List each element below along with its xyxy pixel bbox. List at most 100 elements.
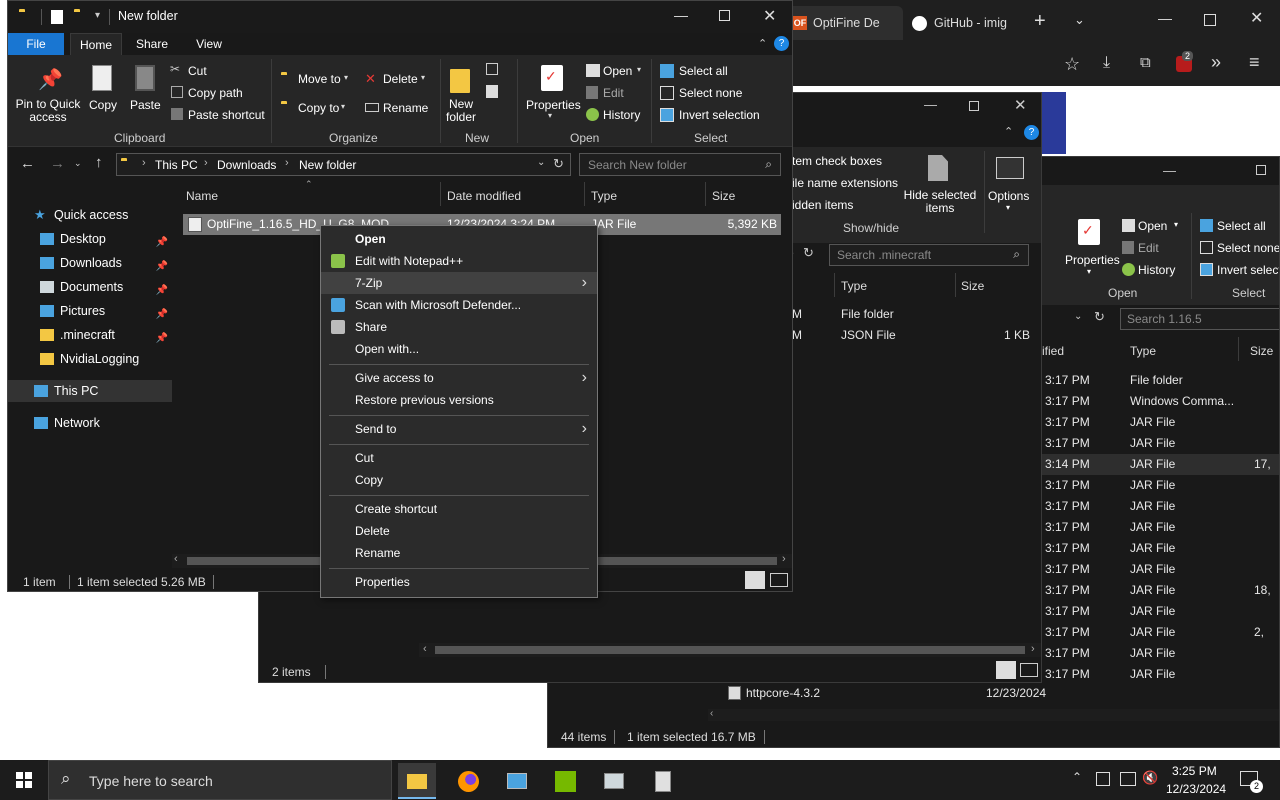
scroll-left-icon[interactable]: ‹	[174, 553, 178, 565]
downloads-icon[interactable]: ⤓	[1103, 54, 1110, 72]
help-icon[interactable]: ?	[774, 36, 789, 51]
sidebar-item[interactable]: Documents 📌	[8, 276, 172, 298]
delete-dropdown-icon[interactable]: ▾	[421, 73, 425, 82]
sidebar-item[interactable]: Downloads 📌	[8, 252, 172, 274]
taskbar-search-box[interactable]: ⌕ Type here to search	[48, 760, 392, 800]
app-taskbar-button[interactable]	[498, 763, 536, 799]
select-all-button[interactable]: Select all	[679, 64, 728, 78]
file-extensions-option[interactable]: ile name extensions	[792, 176, 898, 190]
sidebar-item[interactable]: Desktop 📌	[8, 228, 172, 250]
sidebar-item[interactable]: NvidiaLogging	[8, 348, 172, 370]
clock-time[interactable]: 3:25 PM	[1172, 764, 1217, 778]
tab-list-icon[interactable]: ⌄	[1074, 12, 1085, 28]
edit-button[interactable]: Edit	[1138, 241, 1159, 255]
minimize-icon[interactable]: —	[1163, 163, 1176, 178]
history-button[interactable]: History	[1138, 263, 1175, 277]
menu-item[interactable]: Copy	[321, 469, 597, 491]
clock-date[interactable]: 12/23/2024	[1166, 782, 1226, 796]
tab-view[interactable]: View	[190, 33, 228, 55]
sidebar-item[interactable]: ★ Quick access	[8, 204, 172, 226]
sidebar-item[interactable]: .minecraft 📌	[8, 324, 172, 346]
breadcrumb-downloads[interactable]: Downloads	[217, 158, 276, 172]
minimize-icon[interactable]: —	[674, 7, 688, 23]
browser-tab[interactable]: OF OptiFine De	[785, 6, 903, 40]
breadcrumb-this-pc[interactable]: This PC	[155, 158, 198, 172]
menu-icon[interactable]: ≡	[1249, 52, 1260, 73]
copy-path-button[interactable]: Copy path	[188, 86, 243, 100]
menu-item[interactable]: Edit with Notepad++	[321, 250, 597, 272]
browser-tab[interactable]: GitHub - imig	[906, 6, 1032, 40]
menu-item[interactable]: 7-Zip ›	[321, 272, 597, 294]
invert-selection-button[interactable]: Invert selecti	[1217, 263, 1279, 277]
maximize-icon[interactable]	[719, 10, 730, 21]
easy-access-icon[interactable]	[486, 85, 498, 98]
menu-item[interactable]: Create shortcut	[321, 498, 597, 520]
open-dropdown-icon[interactable]: ▾	[1174, 220, 1178, 229]
large-icons-view-icon[interactable]	[770, 573, 788, 587]
new-tab-button[interactable]: +	[1034, 10, 1046, 33]
column-header-type[interactable]: Type	[1130, 344, 1156, 358]
pin-to-quick-access-button[interactable]: Pin to Quick access	[14, 98, 82, 124]
invert-selection-button[interactable]: Invert selection	[679, 108, 760, 122]
up-icon[interactable]: ↑	[95, 154, 103, 171]
copy-to-dropdown-icon[interactable]: ▾	[341, 102, 345, 111]
paste-button[interactable]: Paste	[130, 98, 161, 112]
properties-quick-icon[interactable]	[51, 10, 63, 24]
copy-to-button[interactable]: Copy to	[298, 101, 339, 115]
hidden-items-option[interactable]: idden items	[792, 198, 853, 212]
restore-icon[interactable]	[1204, 14, 1216, 26]
ribbon-collapse-icon[interactable]: ⌃	[1004, 125, 1013, 138]
details-view-icon[interactable]	[996, 661, 1016, 679]
overflow-icon[interactable]: »	[1211, 52, 1221, 73]
select-all-button[interactable]: Select all	[1217, 219, 1266, 233]
sidebar-item[interactable]: This PC	[8, 380, 172, 402]
refresh-icon[interactable]: ↻	[553, 156, 564, 172]
scroll-right-icon[interactable]: ›	[782, 553, 786, 565]
menu-item[interactable]: Delete	[321, 520, 597, 542]
column-header-size[interactable]: Size	[1250, 344, 1273, 358]
properties-button[interactable]: Properties	[1065, 253, 1120, 267]
select-none-button[interactable]: Select none	[679, 86, 742, 100]
open-button[interactable]: Open	[1138, 219, 1167, 233]
horizontal-scrollbar[interactable]	[708, 709, 1279, 721]
delete-button[interactable]: Delete	[383, 72, 418, 86]
column-header-type[interactable]: Type	[591, 189, 617, 203]
menu-item[interactable]: Properties	[321, 571, 597, 593]
search-box[interactable]: Search New folder ⌕	[579, 153, 781, 176]
extensions-icon[interactable]: ⧉	[1140, 54, 1151, 71]
refresh-icon[interactable]: ↻	[1094, 309, 1105, 325]
close-icon[interactable]: ✕	[1014, 96, 1027, 114]
edit-button[interactable]: Edit	[603, 86, 624, 100]
menu-item[interactable]: Give access to ›	[321, 367, 597, 389]
dropdown-icon[interactable]: ⌄	[1074, 311, 1082, 322]
tray-app-icon[interactable]	[1096, 772, 1110, 786]
copy-button[interactable]: Copy	[89, 98, 117, 112]
address-dropdown-icon[interactable]: ⌄	[537, 157, 545, 168]
sidebar-item[interactable]: Network	[8, 412, 172, 434]
properties-dropdown-icon[interactable]: ▾	[1087, 267, 1091, 276]
app-taskbar-button[interactable]	[595, 763, 633, 799]
column-header-size[interactable]: Size	[961, 279, 984, 293]
large-icons-view-icon[interactable]	[1020, 663, 1038, 677]
menu-item[interactable]: Send to ›	[321, 418, 597, 440]
properties-button[interactable]: Properties	[526, 98, 581, 112]
ribbon-collapse-icon[interactable]: ⌃	[758, 37, 767, 50]
app-taskbar-button[interactable]	[644, 763, 682, 799]
open-dropdown-icon[interactable]: ▾	[637, 65, 641, 74]
cut-button[interactable]: Cut	[188, 64, 207, 78]
horizontal-scrollbar[interactable]	[419, 643, 1041, 657]
show-hidden-icons-icon[interactable]: ⌃	[1072, 770, 1082, 784]
maximize-icon[interactable]	[969, 101, 979, 111]
menu-item[interactable]: Scan with Microsoft Defender...	[321, 294, 597, 316]
network-icon[interactable]	[1120, 772, 1136, 786]
scroll-right-icon[interactable]: ›	[1031, 643, 1035, 655]
recent-locations-icon[interactable]: ⌄	[74, 158, 82, 169]
minimize-icon[interactable]: —	[1158, 10, 1172, 26]
firefox-taskbar-button[interactable]	[449, 763, 487, 799]
sidebar-item[interactable]: Pictures 📌	[8, 300, 172, 322]
hide-selected-button[interactable]: Hide selected items	[902, 189, 978, 215]
back-icon[interactable]: ←	[20, 155, 35, 172]
details-view-icon[interactable]	[745, 571, 765, 589]
paste-shortcut-button[interactable]: Paste shortcut	[188, 108, 265, 122]
minimize-icon[interactable]: —	[924, 97, 937, 112]
